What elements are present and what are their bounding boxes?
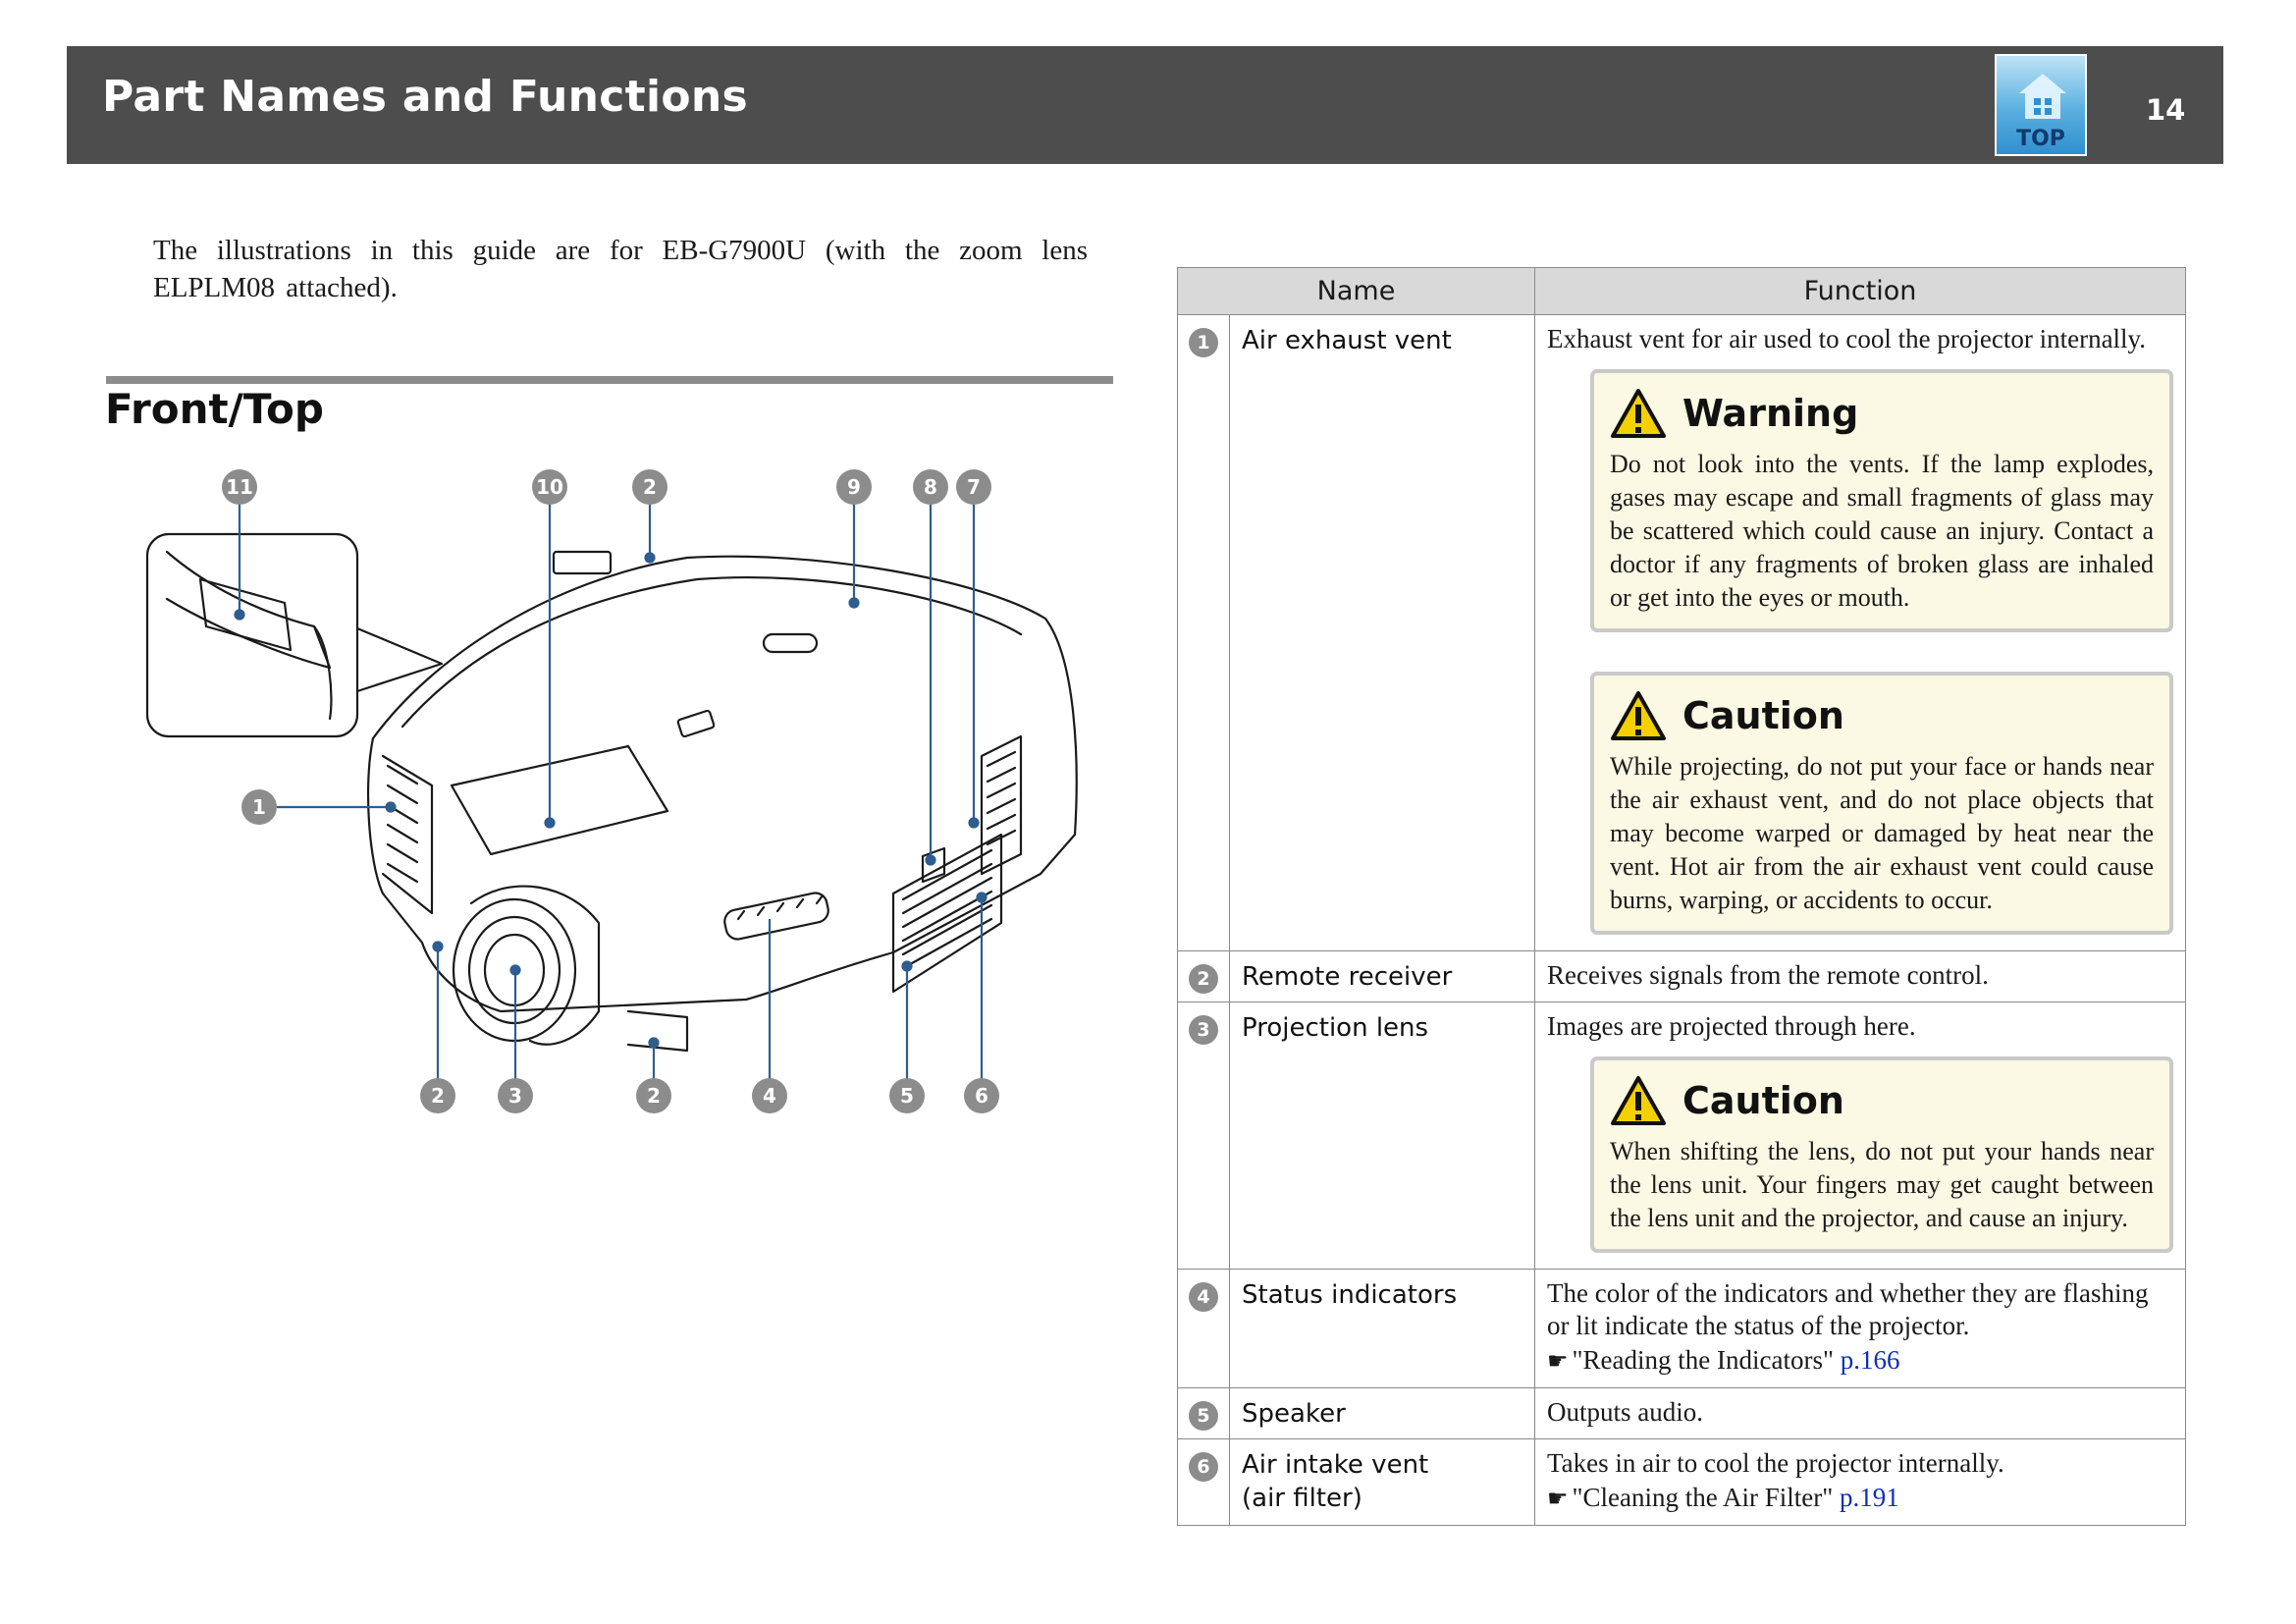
reference-link[interactable]: p.191 (1840, 1483, 1899, 1512)
callout-10: 10 (532, 469, 567, 505)
cross-reference: ☛ "Reading the Indicators" p.166 (1547, 1344, 2175, 1378)
table-row: 6 Air intake vent (air filter) Takes in … (1177, 1438, 2186, 1526)
part-function: Outputs audio. (1547, 1397, 1703, 1427)
svg-text:10: 10 (536, 475, 563, 499)
svg-text:9: 9 (847, 475, 861, 499)
table-row: 2 Remote receiver Receives signals from … (1177, 950, 2186, 1002)
table-row: 1 Air exhaust vent Exhaust vent for air … (1177, 314, 2186, 951)
warning-icon (1611, 389, 1666, 438)
caution-notice: Caution While projecting, do not put you… (1590, 672, 2173, 935)
part-name: Air intake vent (air filter) (1229, 1438, 1535, 1526)
callout-2-left: 2 (420, 1078, 455, 1113)
svg-text:2: 2 (647, 1084, 661, 1108)
pointing-hand-icon: ☛ (1547, 1485, 1569, 1512)
callout-3: 3 (498, 1078, 533, 1113)
notice-text: When shifting the lens, do not put your … (1610, 1137, 2154, 1232)
callout-4: 4 (752, 1078, 787, 1113)
part-number-badge: 2 (1189, 964, 1218, 994)
part-number-badge: 3 (1189, 1015, 1218, 1045)
table-row: 5 Speaker Outputs audio. (1177, 1387, 2186, 1439)
part-number-badge: 4 (1189, 1282, 1218, 1312)
notice-title: Caution (1682, 1078, 1844, 1122)
part-function: Images are projected through here. (1547, 1011, 1916, 1041)
callout-9: 9 (836, 469, 872, 505)
section-title: Front/Top (105, 385, 324, 433)
notice-title: Caution (1682, 693, 1844, 737)
callout-6: 6 (964, 1078, 999, 1113)
caution-notice: Caution When shifting the lens, do not p… (1590, 1056, 2173, 1253)
page-title: Part Names and Functions (102, 72, 749, 122)
callout-1: 1 (241, 789, 277, 825)
column-header-name: Name (1177, 267, 1535, 315)
page-header: Part Names and Functions TOP 14 (67, 46, 2223, 164)
part-number-badge: 6 (1189, 1452, 1218, 1482)
caution-icon (1611, 691, 1666, 740)
reference-text: "Cleaning the Air Filter" (1572, 1483, 1834, 1512)
part-function: Exhaust vent for air used to cool the pr… (1547, 324, 2147, 353)
callout-2-bottom: 2 (636, 1078, 671, 1113)
projector-illustration: 11 10 2 9 8 7 1 2 3 2 4 5 6 (145, 469, 1078, 1113)
table-row: 3 Projection lens Images are projected t… (1177, 1001, 2186, 1270)
intro-paragraph: The illustrations in this guide are for … (153, 235, 1088, 303)
notice-text: Do not look into the vents. If the lamp … (1610, 450, 2154, 612)
part-function: The color of the indicators and whether … (1547, 1278, 2149, 1340)
table-row: 4 Status indicators The color of the ind… (1177, 1269, 2186, 1388)
cross-reference: ☛ "Cleaning the Air Filter" p.191 (1547, 1482, 2175, 1515)
part-number-badge: 5 (1189, 1401, 1218, 1431)
reference-text: "Reading the Indicators" (1572, 1345, 1834, 1375)
callout-11: 11 (222, 469, 257, 505)
svg-text:6: 6 (975, 1084, 988, 1108)
svg-text:3: 3 (508, 1084, 522, 1108)
home-icon (2019, 74, 2066, 119)
svg-text:11: 11 (226, 475, 253, 499)
section-divider (106, 376, 1113, 384)
part-function: Receives signals from the remote control… (1547, 960, 1989, 990)
part-name: Speaker (1229, 1387, 1535, 1439)
svg-text:8: 8 (924, 475, 937, 499)
part-table: Name Function 1 Air exhaust vent Exhaust… (1177, 267, 2186, 1526)
part-name: Projection lens (1229, 1001, 1535, 1270)
top-button[interactable]: TOP (1995, 54, 2087, 156)
callout-7: 7 (956, 469, 991, 505)
caution-icon (1611, 1076, 1666, 1125)
svg-text:5: 5 (900, 1084, 914, 1108)
svg-text:1: 1 (252, 795, 266, 819)
warning-notice: Warning Do not look into the vents. If t… (1590, 369, 2173, 632)
part-name: Remote receiver (1229, 950, 1535, 1002)
reference-link[interactable]: p.166 (1841, 1345, 1900, 1375)
notice-text: While projecting, do not put your face o… (1610, 752, 2154, 914)
column-header-function: Function (1534, 267, 2186, 315)
svg-text:7: 7 (967, 475, 981, 499)
callout-5: 5 (889, 1078, 925, 1113)
page-number: 14 (2146, 93, 2186, 127)
part-name: Status indicators (1229, 1269, 1535, 1388)
svg-text:4: 4 (763, 1084, 776, 1108)
svg-text:2: 2 (643, 475, 657, 499)
callout-2-top: 2 (632, 469, 667, 505)
callout-8: 8 (913, 469, 948, 505)
table-header-row: Name Function (1177, 267, 2186, 315)
notice-title: Warning (1682, 391, 1859, 435)
part-number-badge: 1 (1189, 328, 1218, 357)
part-function: Takes in air to cool the projector inter… (1547, 1448, 2004, 1478)
top-label: TOP (2016, 127, 2065, 151)
part-name: Air exhaust vent (1229, 314, 1535, 951)
pointing-hand-icon: ☛ (1547, 1347, 1569, 1375)
svg-text:2: 2 (431, 1084, 445, 1108)
